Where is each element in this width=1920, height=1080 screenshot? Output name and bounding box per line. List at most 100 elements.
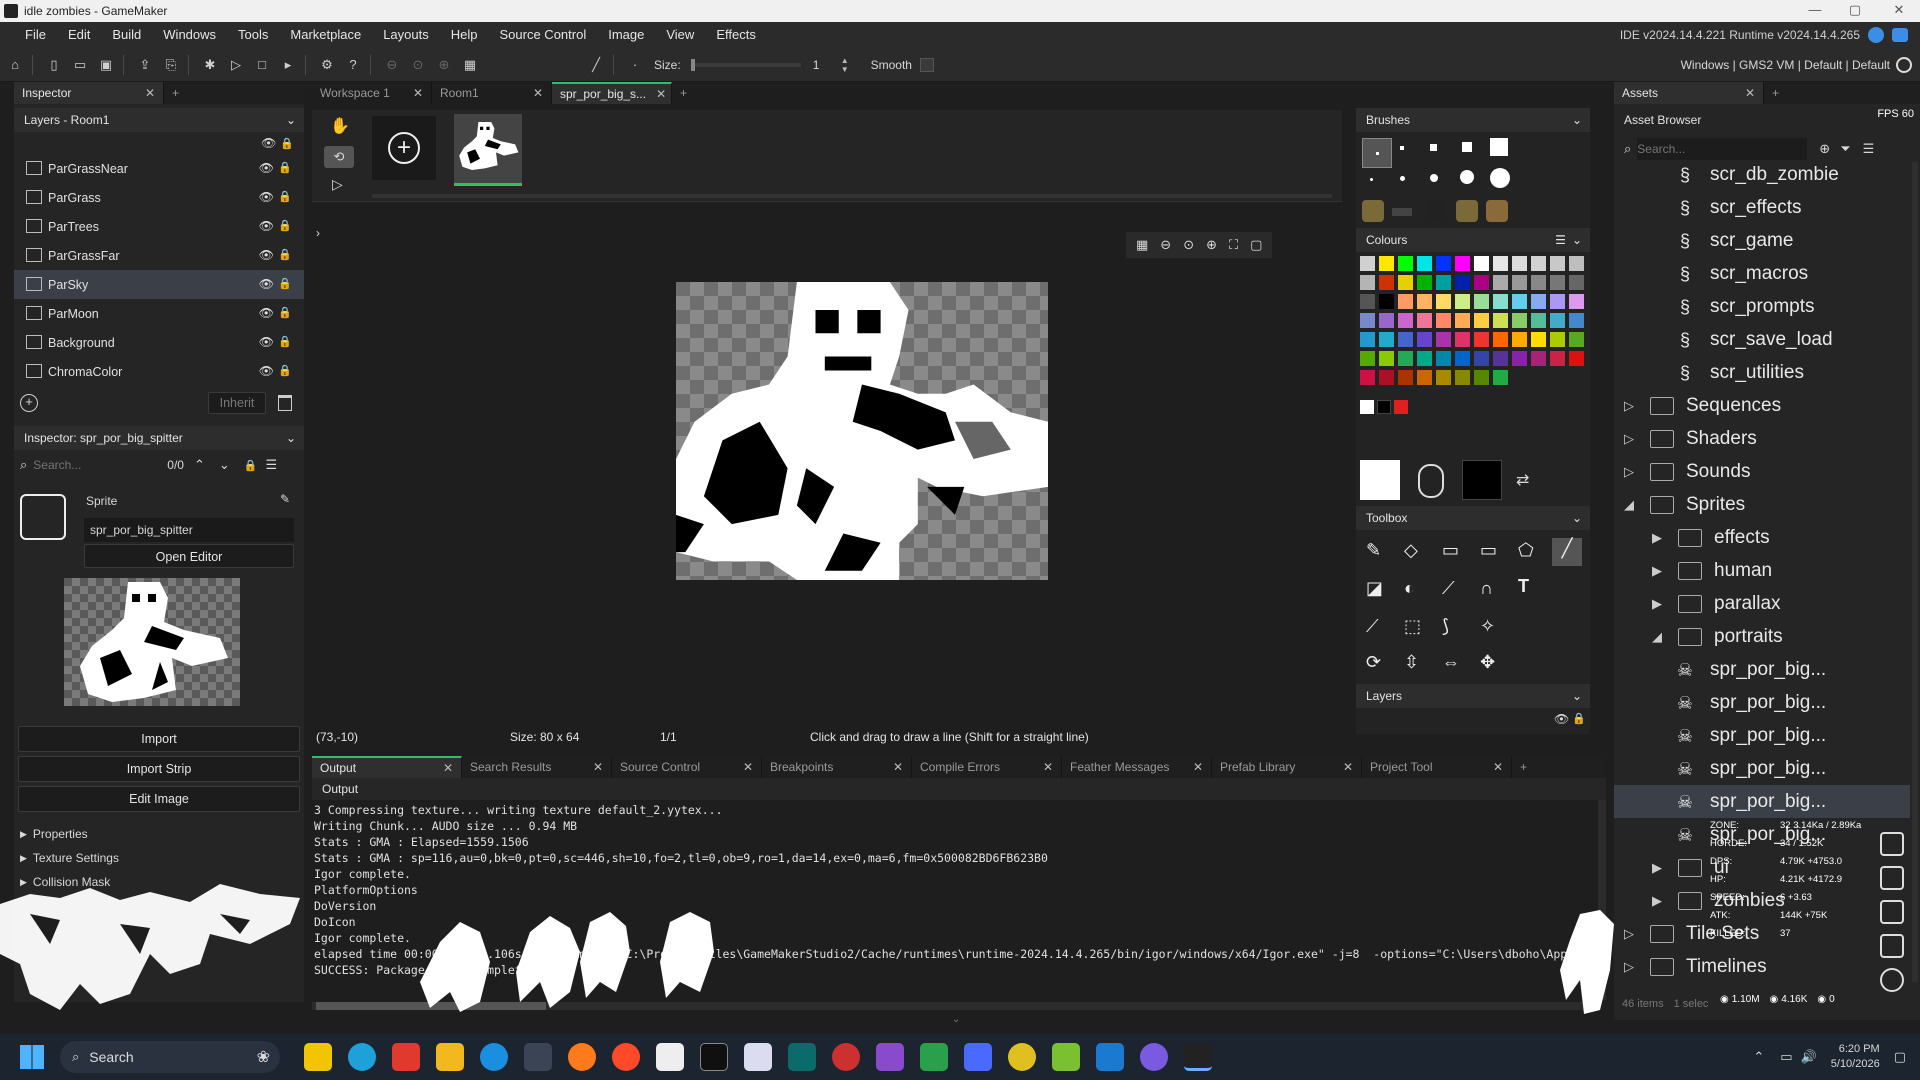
asset-sprite[interactable]: ☠ spr_por_big... — [1614, 752, 1910, 785]
asset-folder[interactable]: ▷ Sequences — [1614, 389, 1910, 422]
run-icon[interactable]: ▷ — [225, 54, 247, 76]
tab-output-source-control[interactable]: Source Control ✕ — [612, 756, 762, 778]
palette-swatch[interactable] — [1512, 351, 1527, 366]
add-asset-icon[interactable]: ⊕ — [1819, 141, 1830, 157]
expand-arrow-icon[interactable]: ▷ — [1624, 398, 1638, 414]
steam-icon[interactable] — [832, 1043, 860, 1071]
rectangle-icon[interactable]: ◪ — [1366, 578, 1383, 599]
media-icon[interactable] — [612, 1043, 640, 1071]
eye-icon[interactable]: 👁 — [259, 161, 274, 175]
size-value[interactable]: 1 — [813, 58, 841, 72]
asset-sprite[interactable]: ☠ spr_por_big... — [1614, 686, 1910, 719]
palette-swatch[interactable] — [1474, 313, 1489, 328]
expand-arrow-icon[interactable]: ◢ — [1652, 629, 1666, 645]
target-settings-icon[interactable] — [1896, 57, 1912, 73]
palette-swatch[interactable] — [1379, 294, 1394, 309]
panel-resize-handle[interactable]: ⌄ — [952, 1014, 960, 1025]
terminal-icon[interactable] — [656, 1043, 684, 1071]
add-tab-icon[interactable]: + — [672, 82, 695, 104]
palette-swatch[interactable] — [1360, 256, 1375, 271]
palette-swatch[interactable] — [1455, 275, 1470, 290]
palette-swatch[interactable] — [1398, 351, 1413, 366]
palette-swatch[interactable] — [1417, 370, 1432, 385]
asset-search-input[interactable] — [1637, 138, 1808, 160]
close-icon[interactable]: ✕ — [583, 760, 603, 774]
close-icon[interactable]: ✕ — [646, 87, 666, 101]
expand-arrow-icon[interactable]: ▶ — [1652, 860, 1666, 876]
palette-swatch[interactable] — [1398, 294, 1413, 309]
expand-arrow-icon[interactable]: ◢ — [1624, 497, 1638, 513]
pdf-icon[interactable] — [392, 1043, 420, 1071]
pin-icon[interactable]: ✎ — [280, 492, 290, 506]
pencil-icon[interactable]: ✎ — [1366, 540, 1381, 561]
brush-16px[interactable] — [1490, 138, 1508, 156]
palette-swatch[interactable] — [1436, 294, 1451, 309]
layers-panel-header[interactable]: Layers ⌄ — [1356, 684, 1590, 708]
primary-colour-swatch[interactable] — [1360, 460, 1400, 500]
frame-thumbnail[interactable] — [454, 114, 522, 186]
asset-script[interactable]: § scr_macros — [1614, 257, 1910, 290]
lock-icon[interactable]: 🔒 — [278, 248, 292, 261]
menu-layouts[interactable]: Layouts — [372, 22, 440, 48]
eye-icon[interactable]: 👁 — [259, 364, 274, 378]
palette-swatch[interactable] — [1569, 256, 1584, 271]
menu-icon[interactable]: ☰ — [1863, 141, 1875, 157]
menu-build[interactable]: Build — [101, 22, 152, 48]
palette-swatch[interactable] — [1569, 294, 1584, 309]
palette-swatch[interactable] — [1360, 294, 1375, 309]
tab-output-search-results[interactable]: Search Results ✕ — [462, 756, 612, 778]
add-tab-icon[interactable]: + — [1512, 756, 1535, 778]
palette-swatch[interactable] — [1493, 332, 1508, 347]
close-icon[interactable]: ✕ — [1033, 760, 1053, 774]
eyedropper-icon[interactable]: ⟋ — [1366, 616, 1379, 637]
palette-swatch[interactable] — [1455, 313, 1470, 328]
layer-item[interactable]: ParSky 👁 🔒 — [14, 270, 304, 299]
game-options-icon[interactable]: ⚙ — [316, 54, 338, 76]
asset-folder[interactable]: ▶ effects — [1614, 521, 1910, 554]
palette-swatch[interactable] — [1550, 294, 1565, 309]
expand-arrow-icon[interactable]: ▶ — [1652, 893, 1666, 909]
palette-swatch[interactable] — [1398, 275, 1413, 290]
brush-custom-5[interactable] — [1486, 200, 1508, 222]
palette-swatch[interactable] — [1474, 256, 1489, 271]
asset-folder[interactable]: ▷ Sounds — [1614, 455, 1910, 488]
palette-swatch[interactable] — [1360, 313, 1375, 328]
palette-swatch[interactable] — [1531, 256, 1546, 271]
help-icon[interactable]: ? — [342, 54, 364, 76]
app-grid-icon[interactable] — [876, 1043, 904, 1071]
close-icon[interactable]: ✕ — [1483, 760, 1503, 774]
zoom-out-icon[interactable]: ⊖ — [381, 54, 403, 76]
palette-swatch[interactable] — [1455, 332, 1470, 347]
layer-item[interactable]: ParMoon 👁 🔒 — [14, 299, 304, 328]
clean-icon[interactable]: ▸ — [277, 54, 299, 76]
brush-icon[interactable]: ⟋ — [1442, 578, 1455, 599]
palette-swatch[interactable] — [1417, 351, 1432, 366]
export-icon[interactable]: ⇪ — [134, 54, 156, 76]
expand-arrow-icon[interactable]: ▷ — [1624, 431, 1638, 447]
palette-swatch[interactable] — [1512, 275, 1527, 290]
settings-icon[interactable] — [1880, 968, 1904, 992]
vscode-icon[interactable] — [1096, 1043, 1124, 1071]
collapse-panel-icon[interactable]: › — [316, 226, 320, 240]
size-slider[interactable] — [690, 58, 801, 71]
palette-swatch[interactable] — [1455, 294, 1470, 309]
fullscreen-icon[interactable]: ⛶ — [1229, 237, 1238, 253]
zoom-fit-icon[interactable]: ⊙ — [1183, 237, 1194, 253]
tab-editor-1[interactable]: Room1 ✕ — [432, 82, 552, 104]
brush-1px[interactable] — [1362, 138, 1392, 168]
asset-sprite[interactable]: ☠ spr_por_big... — [1614, 719, 1910, 752]
curve-icon[interactable]: ∩ — [1480, 578, 1493, 599]
minimize-button[interactable]: — — [1800, 2, 1830, 20]
stats-icon[interactable] — [1880, 900, 1904, 924]
asset-sprite[interactable]: ☠ spr_por_big... — [1614, 785, 1910, 818]
layer-item[interactable]: ParGrassFar 👁 🔒 — [14, 241, 304, 270]
eraser-icon[interactable]: ◇ — [1404, 540, 1418, 561]
palette-swatch[interactable] — [1417, 332, 1432, 347]
palette-swatch[interactable] — [1455, 370, 1470, 385]
palette-swatch[interactable] — [1493, 275, 1508, 290]
play-icon[interactable]: ▷ — [332, 176, 343, 193]
palette-swatch[interactable] — [1436, 275, 1451, 290]
open-editor-button[interactable]: Open Editor — [84, 544, 294, 568]
asset-script[interactable]: § scr_effects — [1614, 191, 1910, 224]
open-project-icon[interactable]: ▭ — [69, 54, 91, 76]
